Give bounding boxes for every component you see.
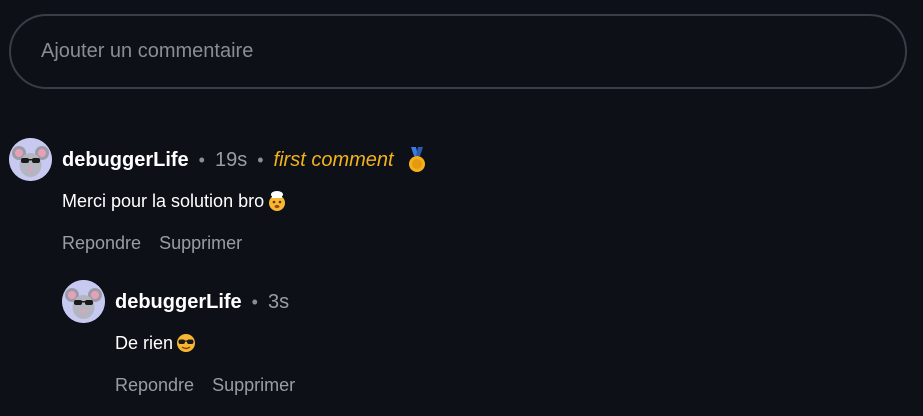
comment-text: Merci pour la solution bro: [62, 190, 265, 211]
medal-icon: [406, 147, 428, 173]
username[interactable]: debuggerLife: [62, 149, 189, 172]
mouse-avatar-icon: [9, 138, 52, 181]
delete-button[interactable]: Supprimer: [212, 375, 295, 396]
comment-actions: Repondre Supprimer: [62, 233, 260, 254]
comment-body: Merci pour la solution bro: [62, 190, 288, 212]
separator-dot: •: [251, 291, 258, 312]
timestamp: 3s: [267, 290, 290, 313]
separator-dot: •: [257, 149, 264, 170]
comment-text: De rien: [115, 332, 174, 353]
avatar[interactable]: [62, 280, 105, 323]
reply-button[interactable]: Repondre: [115, 375, 194, 396]
comment-input[interactable]: [9, 14, 907, 89]
sunglasses-face-emoji-icon: [175, 332, 197, 354]
comment-body: De rien: [115, 332, 197, 354]
chef-face-emoji-icon: [266, 190, 288, 212]
first-comment-badge: first comment: [273, 148, 394, 171]
reply-button[interactable]: Repondre: [62, 233, 141, 254]
separator-dot: •: [198, 149, 205, 170]
comment-header: debuggerLife • 3s: [115, 289, 289, 315]
timestamp: 19s: [214, 148, 248, 171]
username[interactable]: debuggerLife: [115, 291, 242, 314]
delete-button[interactable]: Supprimer: [159, 233, 242, 254]
comments-page: debuggerLife • 19s • first comment Merci…: [0, 0, 923, 416]
comment-header: debuggerLife • 19s • first comment: [62, 147, 428, 173]
mouse-avatar-icon: [62, 280, 105, 323]
comment-actions: Repondre Supprimer: [115, 375, 313, 396]
avatar[interactable]: [9, 138, 52, 181]
